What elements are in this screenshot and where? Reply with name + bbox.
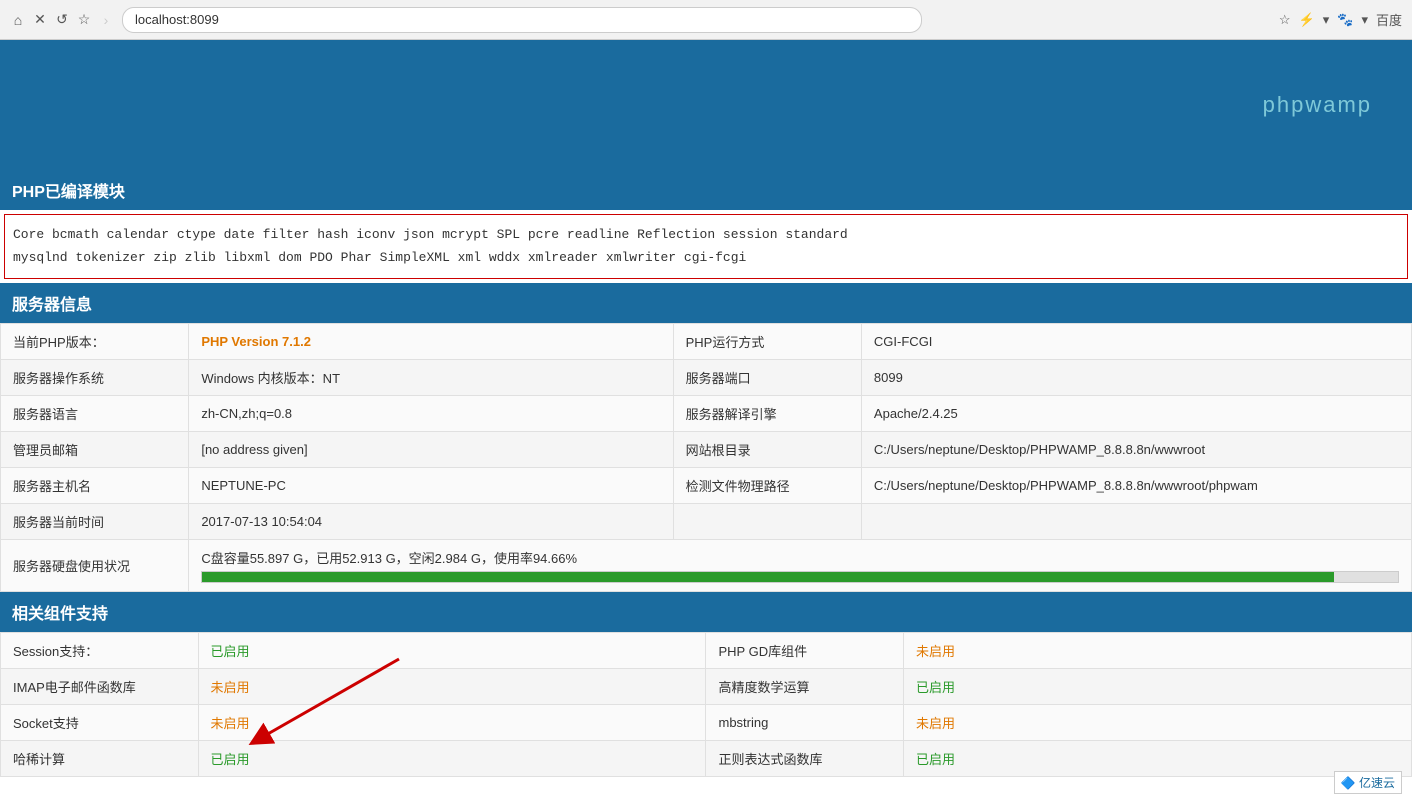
lightning-icon[interactable]: ⚡: [1299, 12, 1315, 28]
disk-usage-text: C盘容量55.897 G，已用52.913 G，空闲2.984 G，使用率94.…: [201, 548, 1399, 567]
value-time: 2017-07-13 10:54:04: [189, 503, 673, 539]
label-imap: IMAP电子邮件函数库: [1, 668, 199, 704]
value-php-mode: CGI-FCGI: [861, 323, 1411, 359]
back-icon[interactable]: ↺: [54, 12, 70, 28]
value-imap: 未启用: [198, 668, 706, 704]
watermark-text: 亿速云: [1359, 776, 1395, 790]
url-text: localhost:8099: [135, 12, 219, 27]
label-webroot: 网站根目录: [673, 431, 861, 467]
value-os: Windows 内核版本：NT: [189, 359, 673, 395]
table-row: 当前PHP版本： PHP Version 7.1.2 PHP运行方式 CGI-F…: [1, 323, 1412, 359]
table-row: 服务器语言 zh-CN,zh;q=0.8 服务器解译引擎 Apache/2.4.…: [1, 395, 1412, 431]
value-session: 已启用: [198, 632, 706, 668]
label-empty1: [673, 503, 861, 539]
label-mbstring: mbstring: [706, 704, 904, 740]
label-session: Session支持：: [1, 632, 199, 668]
value-port: 8099: [861, 359, 1411, 395]
label-port: 服务器端口: [673, 359, 861, 395]
user-icon[interactable]: 🐾: [1337, 12, 1353, 28]
watermark: 🔷 亿速云: [1334, 771, 1402, 794]
table-row: 服务器当前时间 2017-07-13 10:54:04: [1, 503, 1412, 539]
label-hash: 哈稀计算: [1, 740, 199, 776]
value-mbstring: 未启用: [904, 704, 1412, 740]
star-icon[interactable]: ☆: [76, 12, 92, 28]
table-row: Socket支持 未启用 mbstring 未启用: [1, 704, 1412, 740]
table-row: 哈稀计算 已启用 正则表达式函数库 已启用: [1, 740, 1412, 776]
modules-line1: Core bcmath calendar ctype date filter h…: [13, 227, 848, 242]
browser-controls: ⌂ ✕ ↺ ☆ ›: [10, 12, 114, 28]
label-regex: 正则表达式函数库: [706, 740, 904, 776]
label-math: 高精度数学运算: [706, 668, 904, 704]
label-interpreter: 服务器解译引擎: [673, 395, 861, 431]
server-info-table: 当前PHP版本： PHP Version 7.1.2 PHP运行方式 CGI-F…: [0, 323, 1412, 592]
table-row: 服务器主机名 NEPTUNE-PC 检测文件物理路径 C:/Users/nept…: [1, 467, 1412, 503]
search-engine-label: 百度: [1376, 10, 1402, 29]
value-email: [no address given]: [189, 431, 673, 467]
browser-chrome: ⌂ ✕ ↺ ☆ › localhost:8099 ☆ ⚡ ▾ 🐾 ▾ 百度: [0, 0, 1412, 40]
disk-bar-fill: [202, 572, 1334, 582]
label-time: 服务器当前时间: [1, 503, 189, 539]
value-language: zh-CN,zh;q=0.8: [189, 395, 673, 431]
value-gd: 未启用: [904, 632, 1412, 668]
dropdown-icon[interactable]: ▾: [1323, 12, 1330, 28]
chevron-icon[interactable]: ▾: [1361, 12, 1368, 28]
value-disk: C盘容量55.897 G，已用52.913 G，空闲2.984 G，使用率94.…: [189, 539, 1412, 591]
value-php-version: PHP Version 7.1.2: [189, 323, 673, 359]
browser-right: ☆ ⚡ ▾ 🐾 ▾ 百度: [1279, 10, 1402, 29]
label-email: 管理员邮箱: [1, 431, 189, 467]
value-physpath: C:/Users/neptune/Desktop/PHPWAMP_8.8.8.8…: [861, 467, 1411, 503]
label-language: 服务器语言: [1, 395, 189, 431]
components-table: Session支持： 已启用 PHP GD库组件 未启用 IMAP电子邮件函数库…: [0, 632, 1412, 777]
label-php-version: 当前PHP版本：: [1, 323, 189, 359]
page-content: phpwamp PHP已编译模块 Core bcmath calendar ct…: [0, 40, 1412, 800]
close-icon[interactable]: ✕: [32, 12, 48, 28]
forward-icon[interactable]: ›: [98, 12, 114, 28]
server-info-section: 服务器信息 当前PHP版本： PHP Version 7.1.2 PHP运行方式…: [0, 283, 1412, 592]
app-title: phpwamp: [1263, 92, 1372, 118]
value-interpreter: Apache/2.4.25: [861, 395, 1411, 431]
label-socket: Socket支持: [1, 704, 199, 740]
php-modules-text: Core bcmath calendar ctype date filter h…: [13, 223, 1399, 270]
header-banner: phpwamp: [0, 40, 1412, 170]
table-row: 服务器操作系统 Windows 内核版本：NT 服务器端口 8099: [1, 359, 1412, 395]
label-physpath: 检测文件物理路径: [673, 467, 861, 503]
address-bar[interactable]: localhost:8099: [122, 7, 922, 33]
value-math: 已启用: [904, 668, 1412, 704]
value-hash: 已启用: [198, 740, 706, 776]
table-row: IMAP电子邮件函数库 未启用 高精度数学运算 已启: [1, 668, 1412, 704]
home-icon[interactable]: ⌂: [10, 12, 26, 28]
components-section: 相关组件支持 Session支持： 已启用 PHP GD库组件 未启用 IMAP…: [0, 592, 1412, 777]
disk-bar-container: [201, 571, 1399, 583]
star-outline-icon[interactable]: ☆: [1279, 12, 1291, 28]
label-gd: PHP GD库组件: [706, 632, 904, 668]
components-header: 相关组件支持: [0, 592, 1412, 632]
server-info-header: 服务器信息: [0, 283, 1412, 323]
value-webroot: C:/Users/neptune/Desktop/PHPWAMP_8.8.8.8…: [861, 431, 1411, 467]
value-empty1: [861, 503, 1411, 539]
label-disk: 服务器硬盘使用状况: [1, 539, 189, 591]
table-row: 服务器硬盘使用状况 C盘容量55.897 G，已用52.913 G，空闲2.98…: [1, 539, 1412, 591]
table-row: Session支持： 已启用 PHP GD库组件 未启用: [1, 632, 1412, 668]
value-hostname: NEPTUNE-PC: [189, 467, 673, 503]
php-modules-section: PHP已编译模块 Core bcmath calendar ctype date…: [0, 170, 1412, 279]
php-modules-header: PHP已编译模块: [0, 170, 1412, 210]
table-row: 管理员邮箱 [no address given] 网站根目录 C:/Users/…: [1, 431, 1412, 467]
watermark-icon: 🔷: [1341, 776, 1356, 790]
php-modules-box: Core bcmath calendar ctype date filter h…: [4, 214, 1408, 279]
label-hostname: 服务器主机名: [1, 467, 189, 503]
label-php-mode: PHP运行方式: [673, 323, 861, 359]
value-socket: 未启用: [198, 704, 706, 740]
modules-line2: mysqlnd tokenizer zip zlib libxml dom PD…: [13, 250, 746, 265]
label-os: 服务器操作系统: [1, 359, 189, 395]
